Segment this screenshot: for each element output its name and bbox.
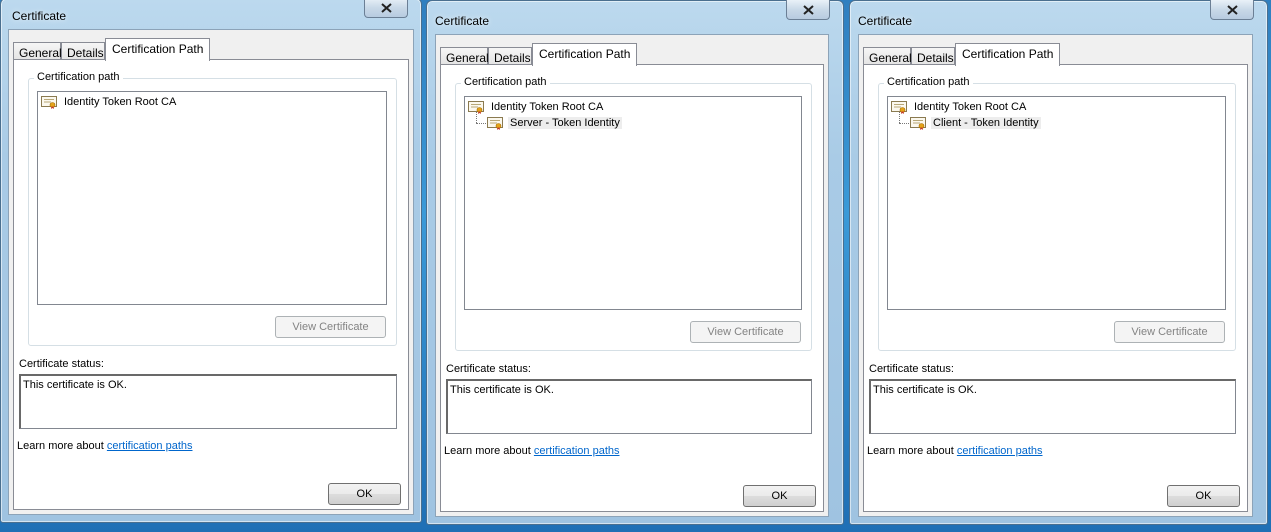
tree-node-label: Identity Token Root CA	[491, 101, 604, 113]
tab-certification-path[interactable]: Certification Path	[105, 38, 211, 61]
learn-more-text: Learn more about certification paths	[17, 440, 193, 452]
certification-path-tree[interactable]: Identity Token Root CA Client - Token Id…	[887, 96, 1226, 310]
window-title: Certificate	[435, 14, 490, 28]
tree-node-label: Client - Token Identity	[931, 117, 1041, 129]
learn-more-prefix: Learn more about	[17, 440, 107, 452]
tree-connector	[476, 123, 486, 124]
group-label: Certification path	[34, 71, 123, 83]
dialog-client: General Details Certification Path Certi…	[435, 34, 829, 517]
certificate-status-label: Certificate status:	[869, 363, 954, 375]
certification-path-group: Certification path Identity Token Root C…	[878, 76, 1236, 351]
dialog-client: General Details Certification Path Certi…	[858, 34, 1253, 517]
learn-more-text: Learn more about certification paths	[867, 445, 1043, 457]
certificate-status-label: Certificate status:	[446, 363, 531, 375]
certificate-status-box[interactable]: This certificate is OK.	[446, 379, 812, 434]
tab-general[interactable]: General	[863, 47, 912, 65]
certificate-dialog-3: Certificate General Details Certificatio…	[849, 0, 1268, 525]
certification-paths-link[interactable]: certification paths	[534, 445, 620, 457]
learn-more-prefix: Learn more about	[444, 445, 534, 457]
certification-path-tree[interactable]: Identity Token Root CA Server - Token Id…	[464, 96, 802, 310]
close-button[interactable]	[786, 0, 830, 20]
close-button[interactable]	[1210, 0, 1254, 20]
group-label: Certification path	[884, 76, 973, 88]
group-label: Certification path	[461, 76, 550, 88]
tree-connector	[899, 112, 900, 123]
certification-path-tree[interactable]: Identity Token Root CA	[37, 91, 387, 305]
ok-button[interactable]: OK	[1167, 485, 1240, 507]
tab-certification-path[interactable]: Certification Path	[955, 43, 1061, 66]
close-button[interactable]	[364, 0, 408, 18]
tree-node-label: Identity Token Root CA	[64, 96, 177, 108]
tab-general[interactable]: General	[440, 47, 489, 65]
certification-path-group: Certification path Identity Token Root C…	[455, 76, 812, 351]
certification-paths-link[interactable]: certification paths	[107, 440, 193, 452]
certificate-dialog-1: Certificate General Details Certificatio…	[0, 0, 422, 523]
tree-connector	[899, 123, 909, 124]
close-icon	[802, 4, 814, 15]
learn-more-prefix: Learn more about	[867, 445, 957, 457]
tree-node-root[interactable]: Identity Token Root CA	[891, 99, 1028, 115]
close-icon	[1226, 4, 1238, 15]
certificate-status-box[interactable]: This certificate is OK.	[19, 374, 397, 429]
tree-node-root[interactable]: Identity Token Root CA	[41, 94, 178, 110]
close-icon	[380, 2, 392, 13]
view-certificate-button[interactable]: View Certificate	[1114, 321, 1225, 343]
view-certificate-button[interactable]: View Certificate	[275, 316, 386, 338]
window-title: Certificate	[12, 9, 67, 23]
tree-connector	[476, 112, 477, 123]
window-title: Certificate	[858, 14, 913, 28]
tree-node-label: Server - Token Identity	[508, 117, 622, 129]
ok-button[interactable]: OK	[743, 485, 816, 507]
certificate-icon	[41, 95, 57, 109]
certificate-status-label: Certificate status:	[19, 358, 104, 370]
tab-general[interactable]: General	[13, 42, 62, 60]
certification-paths-link[interactable]: certification paths	[957, 445, 1043, 457]
tree-node-root[interactable]: Identity Token Root CA	[468, 99, 605, 115]
tab-details[interactable]: Details	[911, 47, 955, 65]
view-certificate-button[interactable]: View Certificate	[690, 321, 801, 343]
tree-node-label: Identity Token Root CA	[914, 101, 1027, 113]
tab-panel: Certification path Identity Token Root C…	[13, 59, 409, 510]
tree-node-child[interactable]: Client - Token Identity	[910, 115, 1041, 131]
tab-certification-path[interactable]: Certification Path	[532, 43, 638, 66]
dialog-client: General Details Certification Path Certi…	[8, 29, 414, 515]
tab-details[interactable]: Details	[488, 47, 532, 65]
certificate-dialog-2: Certificate General Details Certificatio…	[426, 0, 844, 525]
tab-panel: Certification path Identity Token Root C…	[863, 64, 1248, 512]
certificate-icon	[910, 116, 926, 130]
ok-button[interactable]: OK	[328, 483, 401, 505]
tree-node-child[interactable]: Server - Token Identity	[487, 115, 622, 131]
certification-path-group: Certification path Identity Token Root C…	[28, 71, 397, 346]
learn-more-text: Learn more about certification paths	[444, 445, 620, 457]
certificate-icon	[487, 116, 503, 130]
tab-panel: Certification path Identity Token Root C…	[440, 64, 824, 512]
certificate-status-box[interactable]: This certificate is OK.	[869, 379, 1236, 434]
tab-details[interactable]: Details	[61, 42, 105, 60]
